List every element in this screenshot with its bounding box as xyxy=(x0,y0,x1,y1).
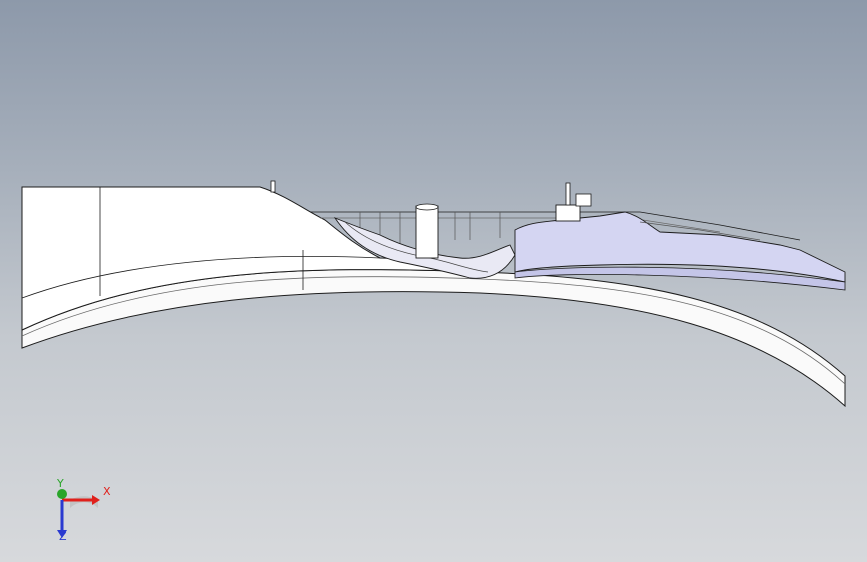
triad-x-label: X xyxy=(103,485,111,498)
orientation-triad[interactable]: X Y Z xyxy=(40,478,120,548)
model-right-post xyxy=(555,204,581,222)
model-lower-band xyxy=(21,269,846,408)
model-right-pin xyxy=(565,182,571,206)
model-center-tower xyxy=(415,205,439,259)
model-center-tower-top xyxy=(415,203,439,211)
triad-z-label: Z xyxy=(59,530,67,543)
graphics-viewport[interactable]: X Y Z xyxy=(0,0,867,562)
model-right-pin-base xyxy=(575,193,592,207)
3d-model-view[interactable] xyxy=(0,0,867,562)
model-pin-left xyxy=(270,180,276,193)
triad-y-label: Y xyxy=(57,477,64,490)
